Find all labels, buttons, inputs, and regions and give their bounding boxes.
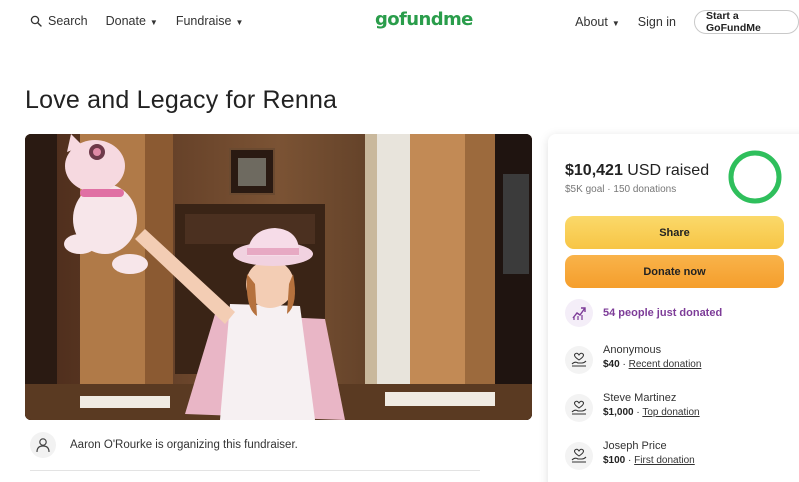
donate-menu-label: Donate [105,14,146,28]
raised-value: $10,421 [565,162,623,179]
site-header: Search Donate ▼ Fundraise ▼ gofundme Abo… [0,0,799,46]
search-label: Search [48,14,88,28]
donation-hand-icon [565,394,593,422]
divider [30,470,480,471]
page-title: Love and Legacy for Renna [25,86,338,114]
donation-card: $10,421 USD raised $5K goal · 150 donati… [548,134,799,482]
goal-text: $5K goal [565,184,605,195]
donation-amount: $40 [603,359,620,370]
raised-amount: $10,421 USD raised [565,162,709,180]
donation-item: Joseph Price $100 · First donation [565,440,695,470]
donation-separator: · [636,407,640,418]
donation-amount: $1,000 [603,407,634,418]
donation-detail: $40 · Recent donation [603,359,701,370]
raised-suffix: USD raised [627,162,710,179]
campaign-hero-image[interactable] [25,134,532,420]
just-donated-text: 54 people just donated [603,307,723,319]
donation-count: 150 donations [613,184,677,195]
progress-ring [728,150,782,204]
nav-right: About ▼ Sign in Start a GoFundMe [575,10,799,34]
nav-left: Search Donate ▼ Fundraise ▼ [30,14,261,28]
search-link[interactable]: Search [30,14,88,28]
caret-down-icon: ▼ [235,17,244,27]
caret-down-icon: ▼ [149,17,158,27]
donation-hand-icon [565,442,593,470]
search-icon [30,15,42,27]
donation-amount: $100 [603,455,626,466]
first-donation-link[interactable]: First donation [634,455,695,466]
signin-link[interactable]: Sign in [638,15,676,29]
start-gofundme-button[interactable]: Start a GoFundMe [694,10,799,34]
share-button[interactable]: Share [565,216,784,249]
recent-activity: 54 people just donated [565,299,722,327]
caret-down-icon: ▼ [611,18,620,28]
person-icon [36,438,50,453]
about-menu-label: About [575,15,608,29]
organizer-row: Aaron O'Rourke is organizing this fundra… [30,432,298,458]
fundraise-menu-label: Fundraise [175,14,232,28]
donation-hand-icon [565,346,593,374]
donor-name: Steve Martinez [603,392,677,404]
donation-separator: · [628,455,632,466]
recent-donation-link[interactable]: Recent donation [629,359,702,370]
top-donation-link[interactable]: Top donation [642,407,699,418]
organizer-text: Aaron O'Rourke is organizing this fundra… [70,439,298,451]
signin-label: Sign in [637,15,676,29]
organizer-avatar [30,432,56,458]
goal-separator: · [607,184,611,195]
donor-name: Anonymous [603,344,662,356]
donate-menu[interactable]: Donate ▼ [106,14,158,28]
donate-now-button[interactable]: Donate now [565,255,784,288]
gofundme-logo[interactable]: gofundme [375,9,473,30]
donation-item: Anonymous $40 · Recent donation [565,344,701,374]
hero-illustration [25,134,532,420]
fundraise-menu[interactable]: Fundraise ▼ [176,14,244,28]
donation-item: Steve Martinez $1,000 · Top donation [565,392,700,422]
about-menu[interactable]: About ▼ [575,15,620,29]
donation-separator: · [622,359,626,370]
donation-detail: $1,000 · Top donation [603,407,700,418]
donor-name: Joseph Price [603,440,667,452]
trend-up-icon [565,299,593,327]
donation-detail: $100 · First donation [603,455,695,466]
goal-line: $5K goal · 150 donations [565,184,676,195]
